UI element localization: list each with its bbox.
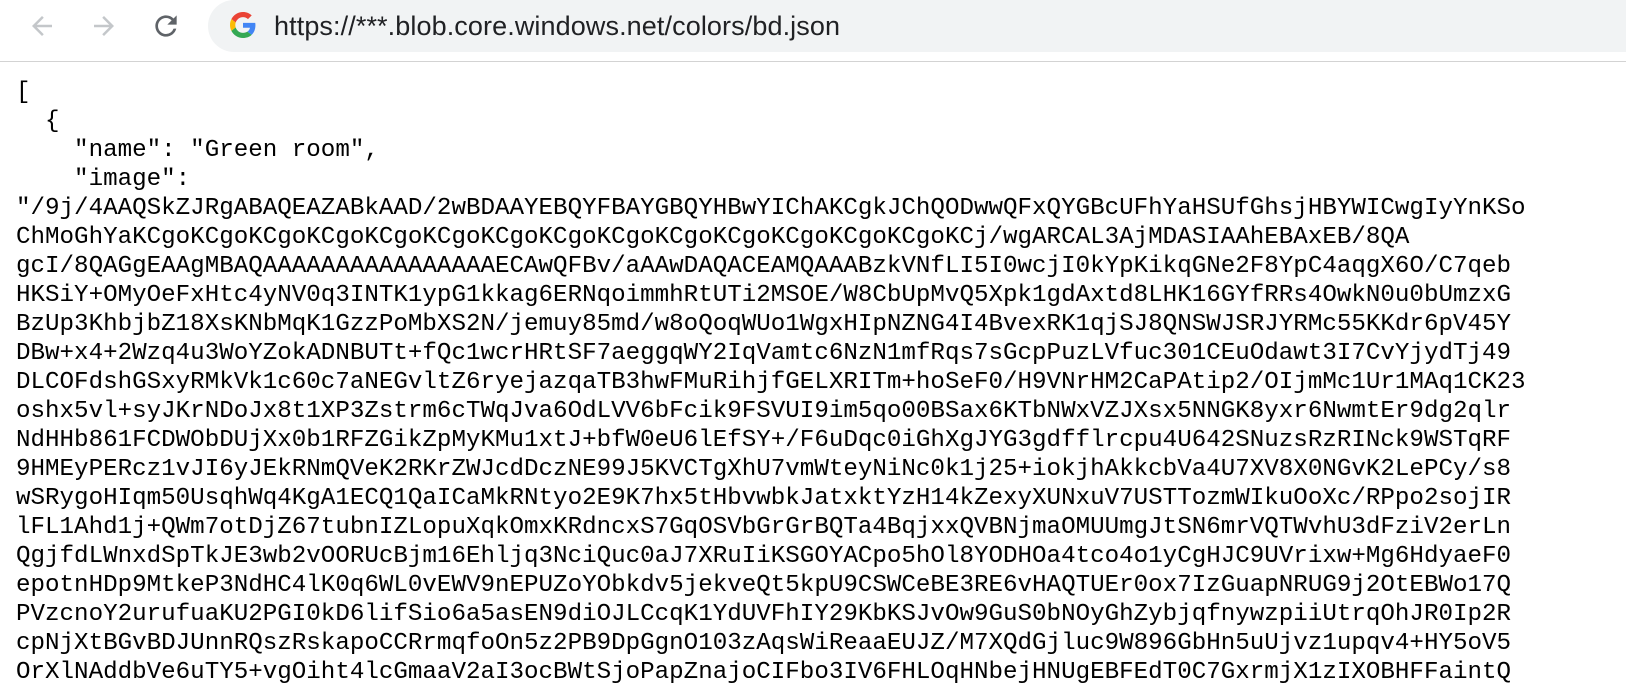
arrow-right-icon bbox=[94, 16, 114, 36]
json-line: { bbox=[16, 108, 60, 135]
json-line: [ bbox=[16, 79, 31, 106]
json-line bbox=[16, 687, 1626, 698]
json-line: oshx5vl+syJKrNDoJx8t1XP3Zstrm6cTWqJva6Od… bbox=[16, 398, 1512, 425]
reload-icon bbox=[155, 15, 177, 37]
json-line: ChMoGhYaKCgoKCgoKCgoKCgoKCgoKCgoKCgoKCgo… bbox=[16, 224, 1410, 251]
reload-button[interactable] bbox=[146, 6, 186, 46]
json-line: NdHHb861FCDWObDUjXx0b1RFZGikZpMyKMu1xtJ+… bbox=[16, 427, 1512, 454]
json-line: cpNjXtBGvBDJUnnRQszRskapoCCRrmqfoOn5z2PB… bbox=[16, 630, 1512, 657]
url-text: https://***.blob.core.windows.net/colors… bbox=[274, 11, 841, 41]
json-line: gcI/8QAGgEAAgMBAQAAAAAAAAAAAAAAAAECAwQFB… bbox=[16, 253, 1512, 280]
browser-toolbar: https://***.blob.core.windows.net/colors… bbox=[0, 0, 1626, 62]
json-line: DLCOFdshGSxyRMkVk1c60c7aNEGvltZ6ryejazqa… bbox=[16, 369, 1526, 396]
json-line: "name": "Green room", bbox=[16, 137, 379, 164]
forward-button[interactable] bbox=[84, 6, 124, 46]
json-line: PVzcnoY2urufuaKU2PGI0kD6lifSio6a5asEN9di… bbox=[16, 601, 1512, 628]
json-line: DBw+x4+2Wzq4u3WoYZokADNBUTt+fQc1wcrHRtSF… bbox=[16, 340, 1512, 367]
json-line: epotnHDp9MtkeP3NdHC4lK0q6WL0vEWV9nEPUZoY… bbox=[16, 572, 1512, 599]
json-line: lFL1Ahd1j+QWm7otDjZ67tubnIZLopuXqkOmxKRd… bbox=[16, 514, 1512, 541]
json-line: QgjfdLWnxdSpTkJE3wb2vOORUcBjm16Ehljq3Nci… bbox=[16, 543, 1512, 570]
json-line: wSRygoHIqm50UsqhWq4KgA1ECQ1QaICaMkRNtyo2… bbox=[16, 485, 1512, 512]
back-button[interactable] bbox=[22, 6, 62, 46]
json-viewer: [ { "name": "Green room", "image": "/9j/… bbox=[16, 78, 1626, 698]
json-line: OrXlNAddbVe6uTY5+vgOiht4lcGmaaV2aI3ocBWt… bbox=[16, 659, 1512, 686]
arrow-left-icon bbox=[32, 16, 52, 36]
json-line: 9HMEyPERcz1vJI6yJEkRNmQVeK2RKrZWJcdDczNE… bbox=[16, 456, 1512, 483]
json-line: "image": bbox=[16, 166, 191, 193]
address-bar[interactable]: https://***.blob.core.windows.net/colors… bbox=[208, 0, 1626, 52]
json-line: "/9j/4AAQSkZJRgABAQEAZABkAAD/2wBDAAYEBQY… bbox=[16, 195, 1526, 222]
google-icon bbox=[230, 12, 256, 38]
json-line: BzUp3KhbjbZ18XsKNbMqK1GzzPoMbXS2N/jemuy8… bbox=[16, 311, 1512, 338]
json-line: HKSiY+OMyOeFxHtc4yNV0q3INTK1ypG1kkag6ERN… bbox=[16, 282, 1512, 309]
